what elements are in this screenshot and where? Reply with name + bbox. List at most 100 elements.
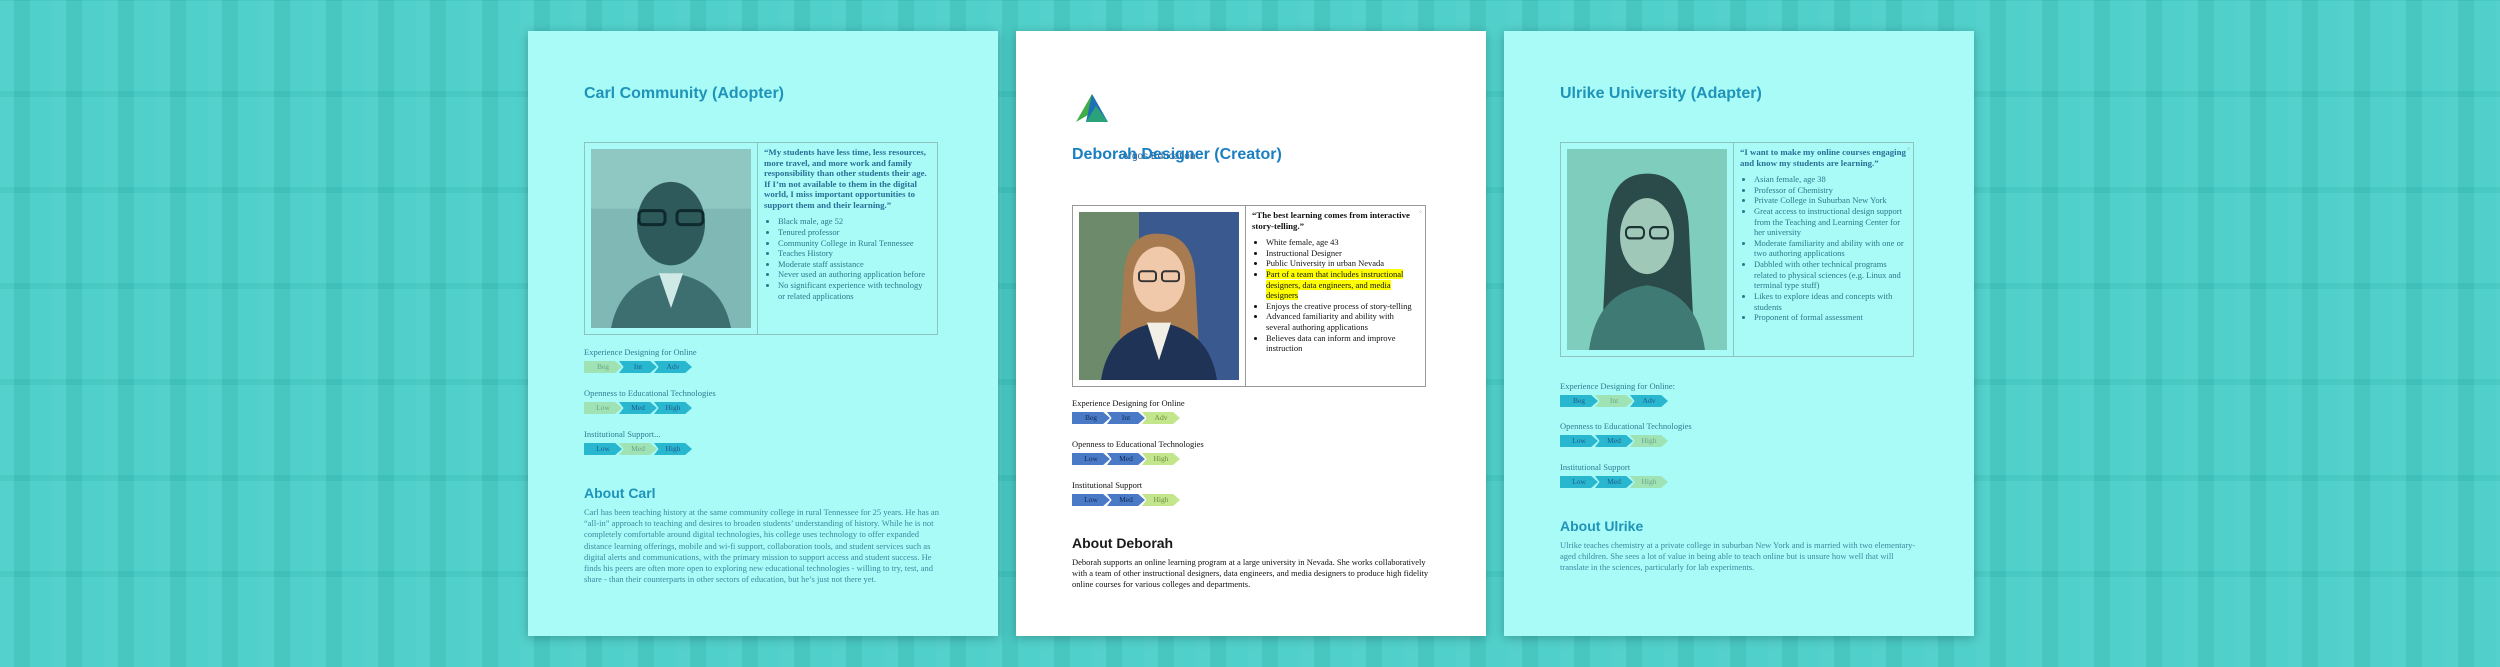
persona-page-deborah: Argos Education Deborah Designer (Creato…: [1016, 31, 1486, 636]
level-chip: Low: [1072, 453, 1110, 465]
persona-details: ◦ “The best learning comes from interact…: [1246, 206, 1425, 386]
about-paragraph: Carl has been teaching history at the sa…: [584, 507, 939, 585]
persona-photo-frame: [585, 143, 758, 334]
level-chip: Low: [584, 443, 622, 455]
persona-page-carl: Carl Community (Adopter) “My students ha…: [528, 31, 998, 636]
bullet-item: Public University in urban Nevada: [1266, 258, 1419, 269]
support-scale: Low Med High: [1072, 494, 1180, 506]
level-chip: Adv: [1630, 395, 1668, 407]
persona-bullets: Asian female, age 38 Professor of Chemis…: [1740, 174, 1907, 323]
level-chip: Med: [619, 402, 657, 414]
bullet-item: Believes data can inform and improve ins…: [1266, 333, 1419, 354]
persona-photo: [591, 149, 751, 328]
persona-card: ◦ “The best learning comes from interact…: [1072, 205, 1426, 387]
experience-scale: Beg Int Adv: [1072, 412, 1180, 424]
scale-label: Openness to Educational Technologies: [584, 388, 716, 398]
persona-bullets: White female, age 43 Instructional Desig…: [1252, 237, 1419, 354]
persona-photo-frame: [1073, 206, 1246, 386]
persona-bullets: Black male, age 52 Tenured professor Com…: [764, 216, 931, 301]
scale-label: Openness to Educational Technologies: [1072, 439, 1204, 449]
scale-label: Institutional Support...: [584, 429, 661, 439]
bullet-item: Teaches History: [778, 248, 931, 259]
bullet-item: Black male, age 52: [778, 216, 931, 227]
level-chip: Med: [1107, 494, 1145, 506]
corner-mark: ◦: [1419, 207, 1422, 216]
level-chip: High: [654, 443, 692, 455]
corner-mark: ◦: [1907, 144, 1910, 153]
level-chip: Med: [1107, 453, 1145, 465]
bullet-item: Great access to instructional design sup…: [1754, 206, 1907, 238]
level-chip: Int: [619, 361, 657, 373]
persona-details: ◦ “I want to make my online courses enga…: [1734, 143, 1913, 356]
persona-photo: [1567, 149, 1727, 350]
level-chip: High: [1142, 494, 1180, 506]
bullet-item: Moderate staff assistance: [778, 259, 931, 270]
bullet-item: Asian female, age 38: [1754, 174, 1907, 185]
scale-label: Institutional Support: [1072, 480, 1143, 490]
level-chip: Med: [1595, 435, 1633, 447]
page-title: Ulrike University (Adapter): [1560, 85, 1762, 102]
level-chip: Adv: [1142, 412, 1180, 424]
about-paragraph: Deborah supports an online learning prog…: [1072, 557, 1429, 590]
level-chip: Med: [1595, 476, 1633, 488]
about-heading: About Deborah: [1072, 535, 1174, 551]
bullet-item: Professor of Chemistry: [1754, 185, 1907, 196]
scale-label: Openness to Educational Technologies: [1560, 421, 1692, 431]
level-chip: Low: [1072, 494, 1110, 506]
level-chip: High: [1630, 476, 1668, 488]
level-chip: Low: [584, 402, 622, 414]
scale-label: Institutional Support: [1560, 462, 1631, 472]
persona-photo: [1079, 212, 1239, 380]
level-chip: Med: [619, 443, 657, 455]
persona-card: “My students have less time, less resour…: [584, 142, 938, 335]
support-scale: Low Med High: [1560, 476, 1668, 488]
level-chip: High: [1630, 435, 1668, 447]
bullet-item: Moderate familiarity and ability with on…: [1754, 238, 1907, 259]
about-paragraph: Ulrike teaches chemistry at a private co…: [1560, 540, 1916, 573]
scale-label: Experience Designing for Online: [584, 347, 697, 357]
argos-mountain-icon: [1076, 94, 1108, 122]
support-scale: Low Med High: [584, 443, 692, 455]
scale-label: Experience Designing for Online:: [1560, 381, 1675, 391]
bullet-item: Never used an authoring application befo…: [778, 269, 931, 280]
page-title: Deborah Designer (Creator): [1072, 146, 1282, 163]
persona-quote: “I want to make my online courses engagi…: [1740, 147, 1906, 168]
experience-scale: Beg Int Adv: [1560, 395, 1668, 407]
level-chip: Int: [1595, 395, 1633, 407]
level-chip: High: [654, 402, 692, 414]
experience-scale: Beg Int Adv: [584, 361, 692, 373]
bullet-item: Instructional Designer: [1266, 248, 1419, 259]
persona-details: “My students have less time, less resour…: [758, 143, 937, 334]
bullet-item: Tenured professor: [778, 227, 931, 238]
bullet-item: Dabbled with other technical programs re…: [1754, 259, 1907, 291]
bullet-item: Proponent of formal assessment: [1754, 312, 1907, 323]
level-chip: Beg: [584, 361, 622, 373]
bullet-item: Community College in Rural Tennessee: [778, 238, 931, 249]
level-chip: Low: [1560, 435, 1598, 447]
openness-scale: Low Med High: [584, 402, 692, 414]
persona-card: ◦ “I want to make my online courses enga…: [1560, 142, 1914, 357]
level-chip: Beg: [1072, 412, 1110, 424]
persona-quote: “The best learning comes from interactiv…: [1252, 210, 1410, 231]
bullet-item: Enjoys the creative process of story-tel…: [1266, 301, 1419, 312]
persona-page-ulrike: Ulrike University (Adapter) ◦ “I want to…: [1504, 31, 1974, 636]
bullet-item-highlighted: Part of a team that includes instruction…: [1266, 268, 1419, 301]
bullet-item: White female, age 43: [1266, 237, 1419, 248]
page-title: Carl Community (Adopter): [584, 85, 784, 102]
level-chip: Int: [1107, 412, 1145, 424]
about-heading: About Ulrike: [1560, 518, 1644, 534]
level-chip: Low: [1560, 476, 1598, 488]
highlighted-text: Part of a team that includes instruction…: [1266, 268, 1404, 301]
persona-photo-frame: [1561, 143, 1734, 356]
bullet-item: Advanced familiarity and ability with se…: [1266, 311, 1419, 332]
about-heading: About Carl: [584, 485, 656, 501]
scale-label: Experience Designing for Online: [1072, 398, 1185, 408]
level-chip: Beg: [1560, 395, 1598, 407]
persona-quote: “My students have less time, less resour…: [764, 147, 927, 210]
openness-scale: Low Med High: [1072, 453, 1180, 465]
bullet-item: Likes to explore ideas and concepts with…: [1754, 291, 1907, 312]
openness-scale: Low Med High: [1560, 435, 1668, 447]
bullet-item: Private College in Suburban New York: [1754, 195, 1907, 206]
bullet-item: No significant experience with technolog…: [778, 280, 931, 301]
level-chip: Adv: [654, 361, 692, 373]
